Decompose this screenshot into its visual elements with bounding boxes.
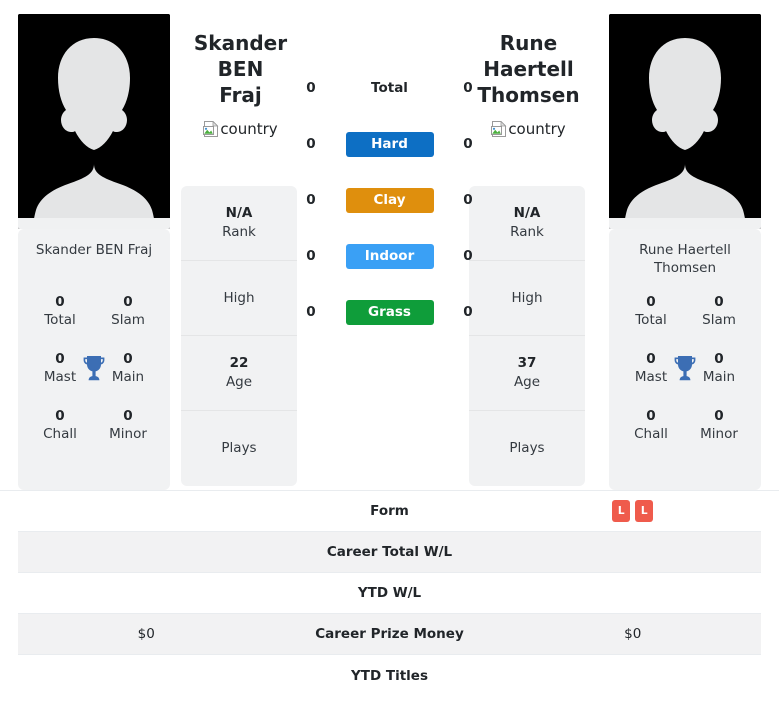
broken-image-icon — [491, 121, 507, 137]
age-caption: Age — [225, 374, 253, 390]
titles-card-player-name: Skander BEN Fraj — [35, 242, 153, 258]
age-value: 37 — [517, 355, 537, 371]
form-cell-right: LL — [505, 500, 762, 522]
h2h-score-right: 0 — [463, 192, 473, 208]
row-label: YTD W/L — [357, 585, 422, 601]
plays-caption: Plays — [509, 440, 545, 456]
title-cell-minor: 0 Minor — [700, 408, 738, 442]
player-info-card-left: N/A Rank High 22 Age Plays — [181, 186, 297, 486]
h2h-score-left: 0 — [306, 304, 316, 320]
row-label: YTD Titles — [351, 667, 428, 684]
row-label: Career Prize Money — [315, 626, 464, 642]
career-prize-money-left: $0 — [137, 626, 155, 642]
country-flag-left: country — [168, 120, 313, 138]
info-row-age: 37 Age — [469, 336, 585, 411]
surface-row-indoor: 0 Indoor 0 — [300, 228, 479, 284]
high-caption: High — [223, 289, 255, 306]
form-result-badge: L — [612, 500, 631, 522]
rank-caption: Rank — [510, 224, 544, 240]
player-photo-right — [609, 14, 761, 229]
surface-row-grass: 0 Grass 0 — [300, 284, 479, 340]
comparison-stat-table: Form LL Career Total W/L YTD W/L $0 Care… — [0, 490, 779, 696]
surface-row-total: 0 Total 0 — [300, 60, 479, 116]
info-row-rank: N/A Rank — [469, 186, 585, 261]
high-caption: High — [511, 289, 543, 306]
age-caption: Age — [513, 374, 541, 390]
title-cell-total: 0 Total — [635, 294, 667, 328]
trophy-icon — [83, 356, 105, 381]
titles-grid: 0 Total 0 Slam 0 Mast 0 Main 0 Chall 0 M… — [26, 293, 162, 443]
rank-caption: Rank — [222, 224, 256, 240]
h2h-score-right: 0 — [463, 248, 473, 264]
rank-value: N/A — [513, 205, 541, 221]
player-name-left: Skander BEN Fraj — [193, 31, 288, 107]
info-row-plays: Plays — [469, 411, 585, 486]
country-alt-text: country — [220, 120, 278, 138]
row-label: Form — [370, 503, 409, 519]
h2h-score-left: 0 — [306, 136, 316, 152]
table-row: $0 Career Prize Money $0 — [18, 614, 761, 655]
h2h-score-left: 0 — [306, 192, 316, 208]
h2h-score-right: 0 — [463, 304, 473, 320]
title-cell-slam: 0 Slam — [111, 294, 145, 328]
info-row-rank: N/A Rank — [181, 186, 297, 261]
player-silhouette-icon — [18, 14, 170, 229]
trophy-icon — [674, 356, 696, 381]
player-photo-left — [18, 14, 170, 229]
info-row-high: High — [469, 261, 585, 336]
head-to-head-surfaces: 0 Total 0 0 Hard 0 0 Clay 0 0 Indoor 0 0… — [300, 60, 479, 340]
rank-value: N/A — [225, 205, 253, 221]
career-prize-money-right: $0 — [624, 626, 642, 642]
player-titles-card-right: Rune Haertell Thomsen 0 Total 0 Slam 0 M… — [609, 229, 761, 490]
table-row: YTD Titles — [18, 655, 761, 696]
player-silhouette-icon — [609, 14, 761, 229]
h2h-score-left: 0 — [306, 248, 316, 264]
titles-grid: 0 Total 0 Slam 0 Mast 0 Main 0 Chall 0 M… — [617, 293, 753, 443]
surface-label-total: Total — [371, 80, 408, 96]
surface-row-hard: 0 Hard 0 — [300, 116, 479, 172]
surface-label-hard: Hard — [345, 131, 434, 157]
country-alt-text: country — [508, 120, 566, 138]
h2h-score-right: 0 — [463, 136, 473, 152]
title-cell-total: 0 Total — [44, 294, 76, 328]
info-row-high: High — [181, 261, 297, 336]
info-row-plays: Plays — [181, 411, 297, 486]
title-cell-chall: 0 Chall — [43, 408, 77, 442]
broken-image-icon — [203, 121, 219, 137]
surface-label-grass: Grass — [345, 299, 434, 325]
info-row-age: 22 Age — [181, 336, 297, 411]
title-cell-chall: 0 Chall — [634, 408, 668, 442]
player-name-header-left: Skander BEN Fraj country — [168, 30, 313, 138]
table-row: Career Total W/L — [18, 532, 761, 573]
title-cell-minor: 0 Minor — [109, 408, 147, 442]
player-comparison-header: Skander BEN Fraj country Rune Haertell T… — [0, 0, 779, 490]
h2h-score-left: 0 — [306, 80, 316, 96]
player-titles-card-left: Skander BEN Fraj 0 Total 0 Slam 0 Mast 0… — [18, 229, 170, 490]
h2h-score-right: 0 — [463, 80, 473, 96]
plays-caption: Plays — [221, 440, 257, 456]
surface-label-indoor: Indoor — [345, 243, 434, 269]
form-result-badge: L — [635, 500, 654, 522]
titles-card-player-name: Rune Haertell Thomsen — [639, 242, 731, 276]
table-row: Form LL — [18, 491, 761, 532]
player-info-card-right: N/A Rank High 37 Age Plays — [469, 186, 585, 486]
title-cell-slam: 0 Slam — [702, 294, 736, 328]
surface-label-clay: Clay — [345, 187, 434, 213]
age-value: 22 — [229, 355, 249, 371]
surface-row-clay: 0 Clay 0 — [300, 172, 479, 228]
row-label: Career Total W/L — [326, 544, 453, 560]
table-row: YTD W/L — [18, 573, 761, 614]
